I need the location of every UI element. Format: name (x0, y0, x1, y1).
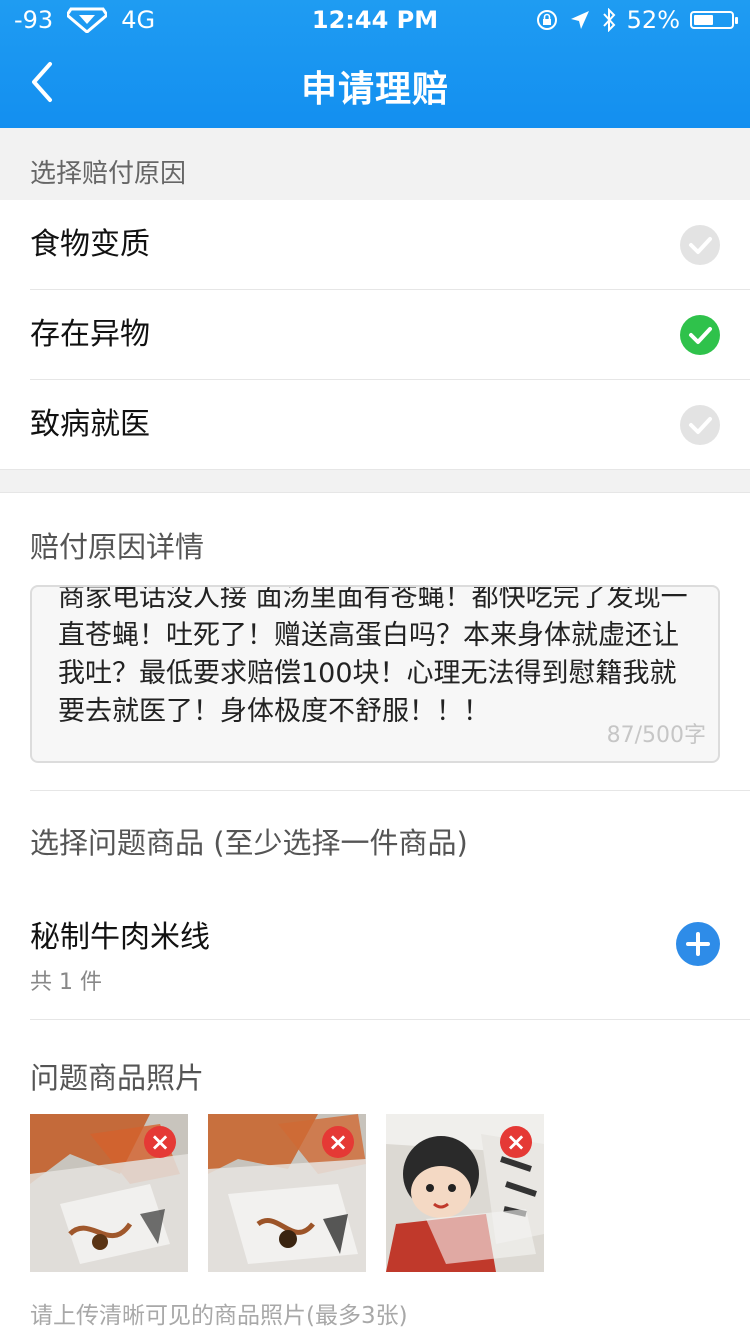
divider (30, 790, 750, 791)
delete-photo-button[interactable]: × (322, 1126, 354, 1158)
photo-thumbnail-2[interactable]: × (208, 1114, 366, 1272)
product-name: 秘制牛肉米线 (30, 920, 210, 955)
photo-upload-hint: 请上传清晰可见的商品照片(最多3张) (30, 1303, 408, 1329)
char-counter: 87/500字 (606, 723, 706, 748)
delete-photo-button[interactable]: × (144, 1126, 176, 1158)
battery-icon (690, 11, 738, 29)
check-selected-icon[interactable] (680, 315, 720, 355)
divider (30, 1019, 750, 1020)
photo-thumbnail-3[interactable]: × (386, 1114, 544, 1272)
details-section-title: 赔付原因详情 (30, 530, 205, 564)
reason-option-label: 存在异物 (30, 317, 150, 352)
bluetooth-icon (602, 8, 616, 32)
reason-option-label: 致病就医 (30, 407, 150, 442)
add-product-button[interactable] (676, 922, 720, 966)
check-unselected-icon[interactable] (680, 405, 720, 445)
delete-photo-button[interactable]: × (500, 1126, 532, 1158)
battery-fill (694, 15, 713, 25)
page-title: 申请理赔 (300, 69, 449, 110)
check-unselected-icon[interactable] (680, 225, 720, 265)
details-textarea[interactable]: 商家电话没人接 面汤里面有苍蝇！都快吃完了发现一直苍蝇！吐死了！赠送高蛋白吗？本… (30, 585, 720, 763)
rotation-lock-icon (536, 10, 557, 30)
product-count: 共 1 件 (30, 970, 102, 995)
reason-option[interactable]: 致病就医 (0, 380, 750, 470)
status-right: 52% (535, 6, 738, 34)
app-header: -93 4G 12:44 PM 52% 申请理赔 (0, 0, 750, 128)
details-text: 商家电话没人接 面汤里面有苍蝇！都快吃完了发现一直苍蝇！吐死了！赠送高蛋白吗？本… (58, 585, 688, 727)
reason-section-title: 选择赔付原因 (0, 128, 750, 200)
photo-thumbnail-1[interactable]: × (30, 1114, 188, 1272)
reason-option[interactable]: 存在异物 (0, 290, 750, 380)
battery-percent: 52% (626, 6, 680, 34)
location-arrow-icon (570, 11, 589, 29)
photos-section-title: 问题商品照片 (30, 1061, 205, 1095)
status-bar: -93 4G 12:44 PM 52% (0, 0, 750, 40)
product-section-title: 选择问题商品 (至少选择一件商品) (30, 826, 468, 860)
reason-option[interactable]: 食物变质 (0, 200, 750, 290)
reason-option-label: 食物变质 (30, 227, 150, 262)
section-gap (0, 469, 750, 493)
